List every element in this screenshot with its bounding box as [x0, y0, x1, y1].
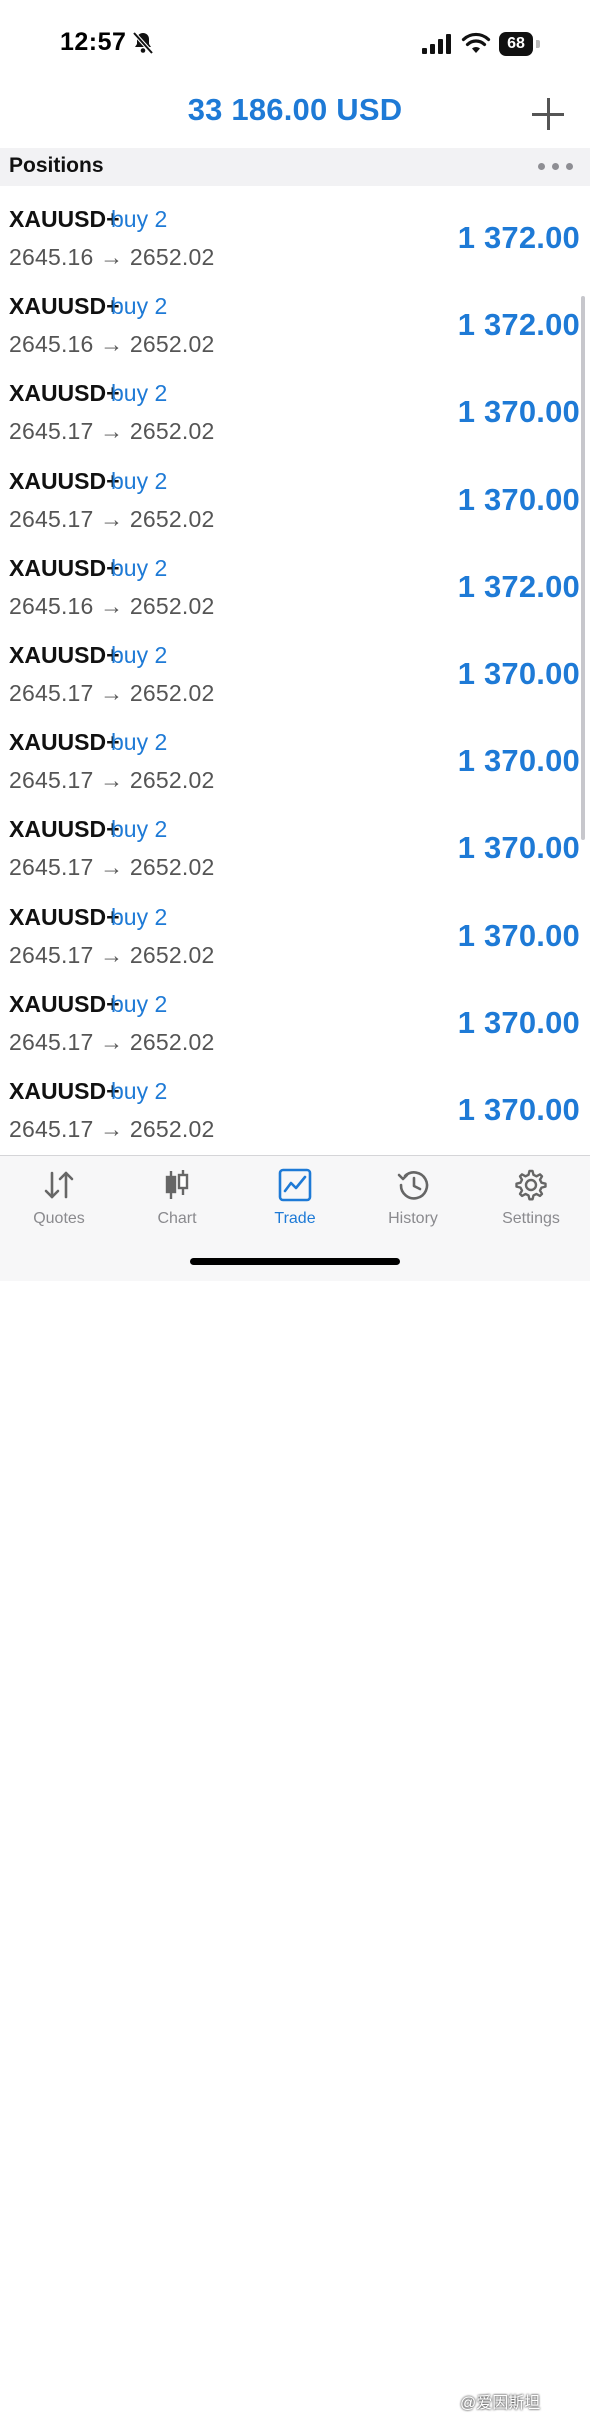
position-profit: 1 370.00	[457, 394, 580, 430]
tab-label: Quotes	[33, 1210, 85, 1227]
position-side: buy 2	[111, 903, 168, 930]
account-balance: 33 186.00 USD	[187, 92, 403, 127]
position-symbol: XAUUSD+	[9, 990, 120, 1017]
position-prices: 2645.17 → 2652.02	[9, 418, 215, 445]
candlestick-icon	[165, 1170, 189, 1199]
position-side: buy 2	[111, 554, 168, 581]
position-profit: 1 370.00	[457, 481, 580, 517]
tab-trade[interactable]: Trade	[236, 1156, 354, 1236]
bell-muted-icon	[132, 31, 154, 55]
position-profit: 1 372.00	[457, 220, 580, 255]
position-row[interactable]: XAUUSD+ buy 2 2645.17 → 2652.02 1 370.00	[0, 368, 590, 455]
cellular-signal-icon	[422, 34, 451, 54]
position-symbol: XAUUSD+	[9, 816, 120, 843]
position-profit: 1 370.00	[457, 743, 580, 779]
position-profit: 1 370.00	[457, 917, 580, 953]
position-prices: 2645.17 → 2652.02	[9, 767, 215, 794]
position-prices: 2645.17 → 2652.02	[9, 1028, 215, 1055]
gear-icon	[515, 1169, 547, 1201]
position-symbol: XAUUSD+	[9, 729, 120, 756]
position-profit: 1 370.00	[457, 1091, 580, 1127]
position-profit: 1 372.00	[457, 307, 580, 343]
position-row[interactable]: XAUUSD+ buy 2 2645.17 → 2652.02 1 370.00	[0, 1066, 590, 1153]
section-title: Positions	[9, 154, 104, 177]
position-prices: 2645.16 → 2652.02	[9, 592, 215, 619]
position-symbol: XAUUSD+	[9, 641, 120, 668]
positions-section-header: Positions	[0, 148, 590, 186]
tab-quotes[interactable]: Quotes	[0, 1156, 118, 1236]
position-side: buy 2	[111, 206, 168, 232]
position-side: buy 2	[111, 467, 168, 494]
position-row[interactable]: XAUUSD+ buy 2 2645.17 → 2652.02 1 370.00	[0, 979, 590, 1066]
home-indicator	[190, 1258, 400, 1265]
position-profit: 1 370.00	[457, 1004, 580, 1040]
position-side: buy 2	[111, 729, 168, 756]
position-prices: 2645.16 → 2652.02	[9, 244, 215, 270]
position-side: buy 2	[111, 641, 168, 668]
position-row[interactable]: XAUUSD+ buy 2 2645.16 → 2652.02 1 372.00	[0, 281, 590, 368]
position-symbol: XAUUSD+	[9, 206, 120, 232]
position-row[interactable]: XAUUSD+ buy 2 2645.16 → 2652.02 1 372.00	[0, 194, 590, 281]
position-side: buy 2	[111, 816, 168, 843]
position-side: buy 2	[111, 1077, 168, 1104]
tab-chart[interactable]: Chart	[118, 1156, 236, 1236]
position-symbol: XAUUSD+	[9, 903, 120, 930]
history-clock-icon	[397, 1171, 429, 1200]
position-row[interactable]: XAUUSD+ buy 2 2645.17 → 2652.02 1 370.00	[0, 456, 590, 543]
trade-chart-icon	[278, 1168, 312, 1202]
position-profit: 1 370.00	[457, 830, 580, 866]
more-options-icon[interactable]	[538, 163, 574, 171]
tab-settings[interactable]: Settings	[472, 1156, 590, 1236]
scrollbar[interactable]	[581, 296, 585, 840]
position-side: buy 2	[111, 380, 168, 407]
position-row[interactable]: XAUUSD+ buy 2 2645.17 → 2652.02 1 370.00	[0, 717, 590, 804]
battery-indicator: 68	[499, 32, 533, 56]
position-prices: 2645.17 → 2652.02	[9, 1115, 215, 1142]
wifi-icon	[461, 32, 491, 53]
position-prices: 2645.17 → 2652.02	[9, 941, 215, 968]
position-profit: 1 372.00	[457, 568, 580, 604]
add-order-button[interactable]	[532, 97, 566, 131]
position-row[interactable]: XAUUSD+ buy 2 2645.17 → 2652.02 1 370.00	[0, 892, 590, 979]
position-symbol: XAUUSD+	[9, 554, 120, 581]
tab-label: History	[388, 1210, 438, 1227]
position-symbol: XAUUSD+	[9, 293, 120, 320]
status-time: 12:57	[60, 28, 127, 56]
battery-tip	[536, 40, 540, 48]
positions-list: XAUUSD+ buy 2 2645.16 → 2652.02 1 372.00…	[0, 194, 590, 1153]
position-prices: 2645.17 → 2652.02	[9, 505, 215, 532]
position-prices: 2645.17 → 2652.02	[9, 854, 215, 881]
status-bar: 12:57 68	[0, 0, 590, 88]
tab-label: Trade	[274, 1210, 316, 1227]
position-row[interactable]: XAUUSD+ buy 2 2645.16 → 2652.02 1 372.00	[0, 543, 590, 630]
position-symbol: XAUUSD+	[9, 467, 120, 494]
position-side: buy 2	[111, 990, 168, 1017]
position-symbol: XAUUSD+	[9, 380, 120, 407]
position-prices: 2645.16 → 2652.02	[9, 331, 215, 358]
quotes-arrows-icon	[44, 1171, 74, 1199]
position-side: buy 2	[111, 293, 168, 320]
position-symbol: XAUUSD+	[9, 1077, 120, 1104]
tab-history[interactable]: History	[354, 1156, 472, 1236]
watermark: @爱因斯坦	[460, 2395, 541, 2412]
tab-label: Chart	[157, 1210, 197, 1227]
position-row[interactable]: XAUUSD+ buy 2 2645.17 → 2652.02 1 370.00	[0, 804, 590, 891]
tab-label: Settings	[502, 1210, 560, 1227]
position-profit: 1 370.00	[457, 655, 580, 691]
position-prices: 2645.17 → 2652.02	[9, 679, 215, 706]
position-row[interactable]: XAUUSD+ buy 2 2645.17 → 2652.02 1 370.00	[0, 630, 590, 717]
